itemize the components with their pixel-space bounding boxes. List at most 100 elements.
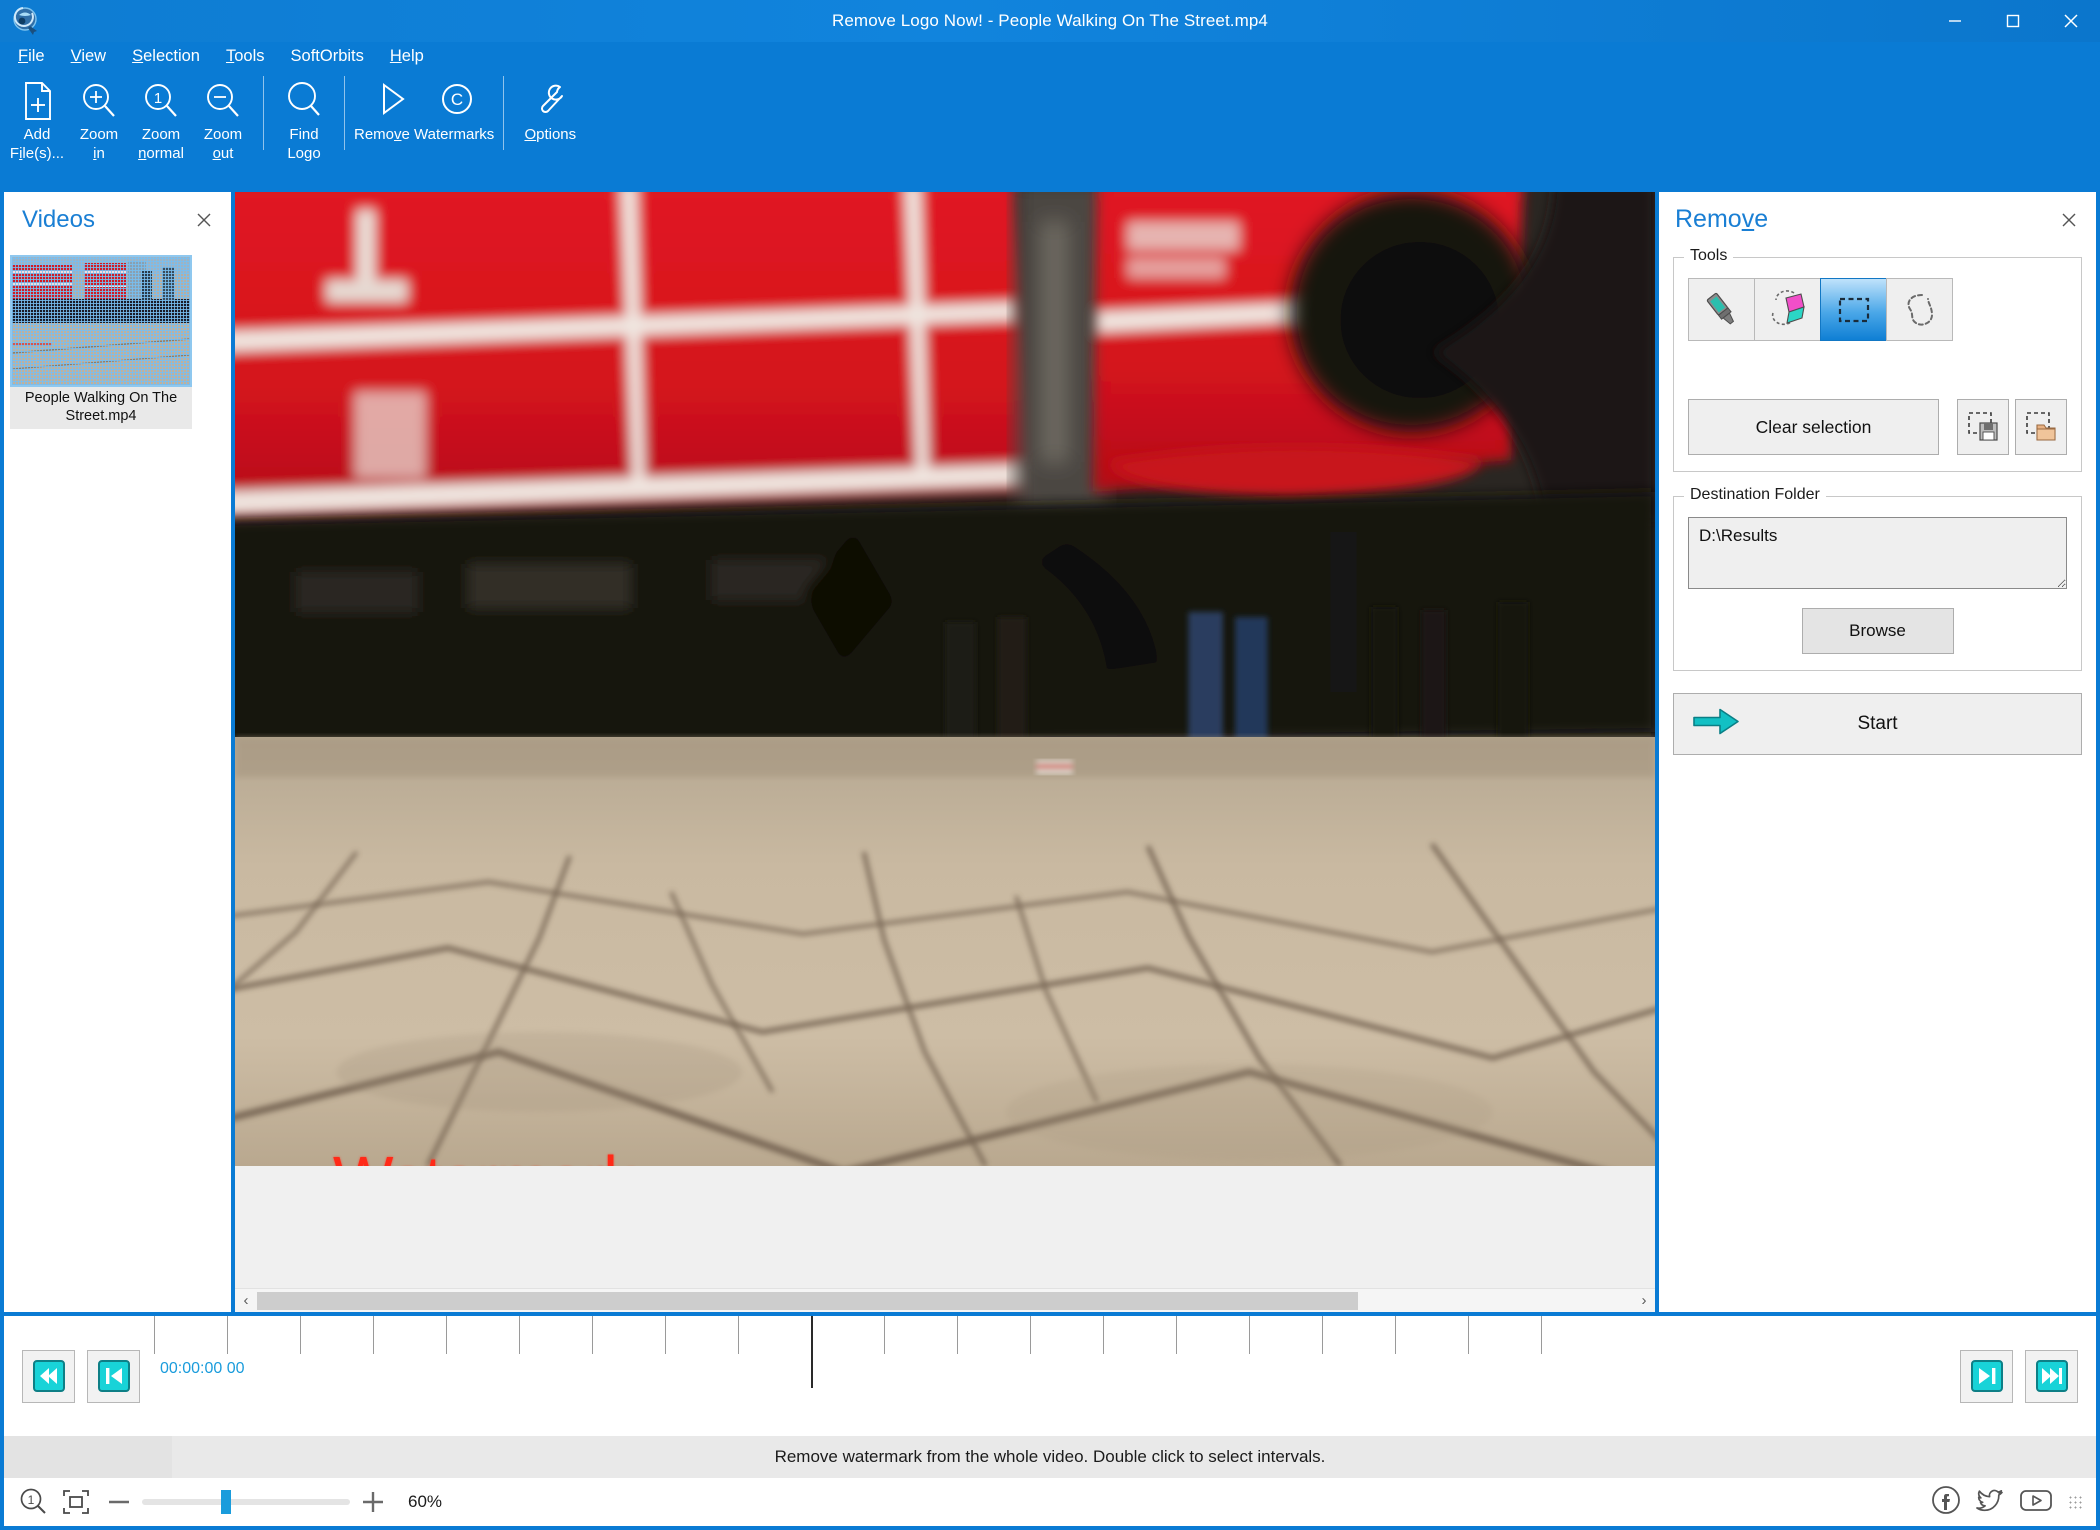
zoom-in-label-2: in (93, 145, 105, 162)
facebook-icon[interactable] (1930, 1484, 1962, 1521)
eraser-tool-button[interactable] (1754, 278, 1821, 341)
close-button[interactable] (2042, 0, 2100, 42)
twitter-icon[interactable] (1974, 1484, 2006, 1521)
browse-row: Browse (1688, 608, 2067, 654)
load-selection-button[interactable] (2015, 399, 2067, 455)
remove-watermarks-label: Remove Watermarks (354, 126, 494, 143)
find-logo-button[interactable]: Find Logo (273, 70, 335, 162)
tools-actions-row: Clear selection (1688, 399, 2067, 455)
remove-panel-close-icon[interactable] (2054, 205, 2084, 235)
video-frame-image (235, 192, 1655, 1166)
canvas-horizontal-scrollbar[interactable]: ‹ › (235, 1288, 1655, 1312)
zoom-actual-size-icon[interactable]: 1 (18, 1486, 50, 1518)
rectangle-select-tool-button[interactable] (1820, 278, 1887, 341)
window-title: Remove Logo Now! - People Walking On The… (832, 11, 1268, 30)
zoom-fit-icon[interactable] (60, 1487, 92, 1517)
zoom-out-label-1: Zoom (203, 126, 243, 143)
browse-button[interactable]: Browse (1801, 608, 1954, 654)
menu-softorbits-label: SoftOrbits (290, 46, 364, 65)
canvas-area: Watermark ‹ › (235, 192, 1655, 1312)
menu-file-key: F (18, 46, 29, 65)
go-to-start-button[interactable] (22, 1349, 75, 1403)
toolbar-separator-3 (503, 76, 505, 150)
videos-panel-title: Videos (22, 205, 95, 233)
zoom-in-button[interactable]: Zoom in (68, 70, 130, 162)
lasso-select-tool-button[interactable] (1886, 278, 1953, 341)
zoom-out-small-button[interactable] (102, 1485, 136, 1519)
remove-title-pre: Remo (1675, 205, 1742, 233)
zoom-out-button[interactable]: Zoom out (192, 70, 254, 162)
timeline-right-controls (1960, 1316, 2096, 1436)
destination-folder-group: Destination Folder Browse (1673, 486, 2082, 671)
title-bar: Remove Logo Now! - People Walking On The… (0, 0, 2100, 42)
tools-row (1688, 278, 2067, 341)
videos-panel-close-icon[interactable] (189, 205, 219, 235)
status-bar-left-pad (4, 1436, 172, 1478)
status-bar-text: Remove watermark from the whole video. D… (774, 1447, 1326, 1466)
svg-text:1: 1 (154, 90, 162, 107)
video-thumbnail[interactable] (10, 255, 192, 387)
menu-tools[interactable]: Tools (226, 47, 265, 66)
zoom-normal-button[interactable]: 1 Zoom normal (130, 70, 192, 162)
menu-selection[interactable]: Selection (132, 47, 200, 66)
add-files-button[interactable]: Add File(s)... (6, 70, 68, 162)
add-files-label-1: Add (23, 126, 51, 143)
watermark-overlay-text: Watermark (333, 1142, 636, 1166)
remove-watermarks-play-button[interactable] (358, 70, 424, 124)
zoom-in-icon (78, 78, 120, 124)
maximize-button[interactable] (1984, 0, 2042, 42)
menu-view[interactable]: View (71, 47, 106, 66)
go-to-end-button[interactable] (2025, 1349, 2078, 1403)
menu-selection-key: S (132, 46, 144, 65)
youtube-icon[interactable] (2018, 1484, 2054, 1521)
timeline-ruler[interactable]: 00:00:00 00 (154, 1316, 1960, 1436)
menu-file-label: ile (28, 46, 45, 65)
minimize-button[interactable] (1926, 0, 1984, 42)
remove-title-post: e (1754, 205, 1769, 233)
menu-help[interactable]: Help (390, 47, 424, 66)
scroll-right-icon[interactable]: › (1633, 1289, 1655, 1313)
status-bar: Remove watermark from the whole video. D… (4, 1436, 2096, 1478)
video-preview[interactable]: Watermark (235, 192, 1655, 1166)
timeline-playhead[interactable] (811, 1316, 813, 1388)
zoom-out-label-2: out (212, 145, 234, 162)
destination-folder-input[interactable] (1688, 517, 2067, 589)
timeline: 00:00:00 00 (4, 1316, 2096, 1436)
find-logo-label-1: Find (289, 126, 319, 143)
marker-tool-button[interactable] (1688, 278, 1755, 341)
options-button[interactable]: Options (513, 70, 587, 143)
zoom-out-icon (202, 78, 244, 124)
video-thumbnail-image (12, 257, 190, 385)
zoom-normal-label-1: Zoom (141, 126, 181, 143)
start-button[interactable]: Start (1673, 693, 2082, 755)
zoom-slider-handle[interactable] (221, 1490, 232, 1514)
zoom-slider-track[interactable] (142, 1499, 350, 1505)
wrench-icon (529, 78, 571, 124)
scroll-left-icon[interactable]: ‹ (235, 1289, 257, 1313)
videos-panel: Videos People Walking On The Street.mp4 (4, 192, 231, 1312)
scroll-track[interactable] (257, 1291, 1633, 1310)
zoom-normal-label-2: normal (138, 145, 184, 162)
tools-group-label: Tools (1684, 247, 1734, 265)
remove-panel: Remove Tools Clear selection Destination… (1659, 192, 2096, 1312)
zoom-bar: 1 60% (4, 1478, 2096, 1526)
tools-group: Tools Clear selection (1673, 247, 2082, 472)
videos-list: People Walking On The Street.mp4 (4, 247, 231, 1312)
menu-help-key: H (389, 46, 402, 65)
resize-grip[interactable] (2068, 1495, 2082, 1509)
video-list-item[interactable]: People Walking On The Street.mp4 (10, 255, 192, 429)
main-body: Videos People Walking On The Street.mp4 … (0, 192, 2100, 1312)
toolbar-separator-2 (344, 76, 345, 150)
watermarks-copyright-button[interactable]: C (424, 70, 490, 124)
zoom-in-small-button[interactable] (356, 1485, 390, 1519)
clear-selection-button[interactable]: Clear selection (1688, 399, 1939, 455)
next-frame-button[interactable] (1960, 1349, 2013, 1403)
menu-file[interactable]: File (18, 47, 45, 66)
scroll-thumb[interactable] (257, 1291, 1358, 1310)
watermarks-word: Watermarks (414, 126, 495, 143)
save-selection-button[interactable] (1957, 399, 2009, 455)
menu-softorbits[interactable]: SoftOrbits (291, 47, 364, 66)
previous-frame-button[interactable] (87, 1349, 140, 1403)
zoom-slider[interactable] (142, 1485, 350, 1519)
menu-help-label: elp (401, 46, 424, 65)
